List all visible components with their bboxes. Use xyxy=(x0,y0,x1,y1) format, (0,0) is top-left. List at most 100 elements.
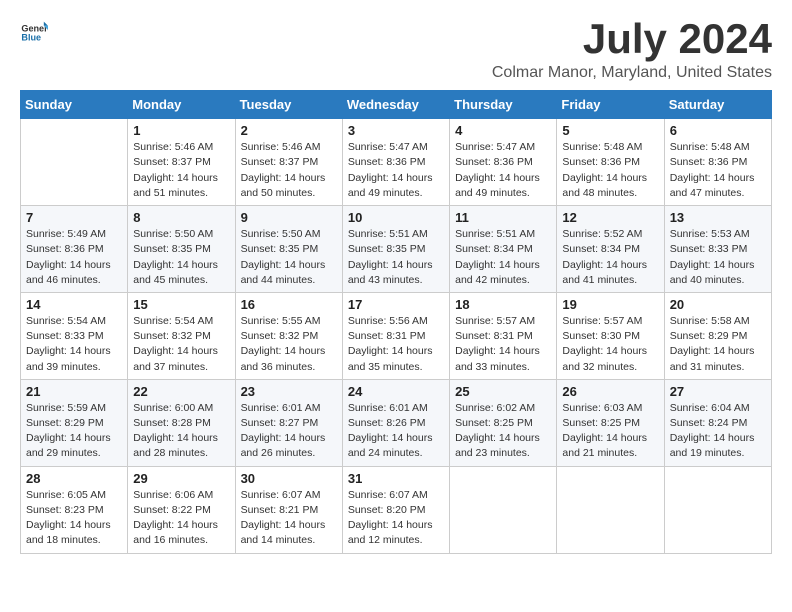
day-number: 8 xyxy=(133,210,229,225)
day-info: Sunrise: 5:48 AM Sunset: 8:36 PM Dayligh… xyxy=(562,140,658,201)
svg-text:Blue: Blue xyxy=(21,33,41,43)
title-area: July 2024 Colmar Manor, Maryland, United… xyxy=(492,16,772,82)
calendar-cell xyxy=(21,119,128,206)
day-number: 24 xyxy=(348,384,444,399)
day-info: Sunrise: 5:59 AM Sunset: 8:29 PM Dayligh… xyxy=(26,401,122,462)
day-number: 7 xyxy=(26,210,122,225)
day-info: Sunrise: 5:49 AM Sunset: 8:36 PM Dayligh… xyxy=(26,227,122,288)
day-number: 23 xyxy=(241,384,337,399)
weekday-header-row: SundayMondayTuesdayWednesdayThursdayFrid… xyxy=(21,91,772,119)
day-number: 28 xyxy=(26,471,122,486)
day-info: Sunrise: 5:46 AM Sunset: 8:37 PM Dayligh… xyxy=(241,140,337,201)
day-info: Sunrise: 6:07 AM Sunset: 8:21 PM Dayligh… xyxy=(241,488,337,549)
calendar-week-row: 21 Sunrise: 5:59 AM Sunset: 8:29 PM Dayli… xyxy=(21,379,772,466)
calendar-cell: 16 Sunrise: 5:55 AM Sunset: 8:32 PM Dayli… xyxy=(235,292,342,379)
calendar-cell: 23 Sunrise: 6:01 AM Sunset: 8:27 PM Dayli… xyxy=(235,379,342,466)
day-number: 25 xyxy=(455,384,551,399)
day-number: 27 xyxy=(670,384,766,399)
calendar-cell: 11 Sunrise: 5:51 AM Sunset: 8:34 PM Dayli… xyxy=(450,206,557,293)
day-number: 6 xyxy=(670,123,766,138)
calendar-cell: 2 Sunrise: 5:46 AM Sunset: 8:37 PM Daylig… xyxy=(235,119,342,206)
weekday-header-cell: Friday xyxy=(557,91,664,119)
calendar-week-row: 7 Sunrise: 5:49 AM Sunset: 8:36 PM Daylig… xyxy=(21,206,772,293)
day-number: 5 xyxy=(562,123,658,138)
day-number: 14 xyxy=(26,297,122,312)
header: General Blue July 2024 Colmar Manor, Mar… xyxy=(20,16,772,82)
day-number: 9 xyxy=(241,210,337,225)
calendar-cell: 31 Sunrise: 6:07 AM Sunset: 8:20 PM Dayli… xyxy=(342,466,449,553)
day-info: Sunrise: 5:56 AM Sunset: 8:31 PM Dayligh… xyxy=(348,314,444,375)
day-info: Sunrise: 5:51 AM Sunset: 8:35 PM Dayligh… xyxy=(348,227,444,288)
day-number: 2 xyxy=(241,123,337,138)
day-number: 26 xyxy=(562,384,658,399)
weekday-header-cell: Sunday xyxy=(21,91,128,119)
day-number: 4 xyxy=(455,123,551,138)
day-info: Sunrise: 5:47 AM Sunset: 8:36 PM Dayligh… xyxy=(348,140,444,201)
calendar-cell: 19 Sunrise: 5:57 AM Sunset: 8:30 PM Dayli… xyxy=(557,292,664,379)
day-info: Sunrise: 5:54 AM Sunset: 8:32 PM Dayligh… xyxy=(133,314,229,375)
calendar-cell: 20Sunrise: 5:58 AM Sunset: 8:29 PM Dayli… xyxy=(664,292,771,379)
day-info: Sunrise: 6:03 AM Sunset: 8:25 PM Dayligh… xyxy=(562,401,658,462)
logo: General Blue xyxy=(20,16,48,44)
day-info: Sunrise: 5:52 AM Sunset: 8:34 PM Dayligh… xyxy=(562,227,658,288)
weekday-header-cell: Wednesday xyxy=(342,91,449,119)
logo-icon: General Blue xyxy=(20,16,48,44)
day-info: Sunrise: 5:46 AM Sunset: 8:37 PM Dayligh… xyxy=(133,140,229,201)
calendar-cell: 17 Sunrise: 5:56 AM Sunset: 8:31 PM Dayli… xyxy=(342,292,449,379)
day-info: Sunrise: 5:55 AM Sunset: 8:32 PM Dayligh… xyxy=(241,314,337,375)
calendar-cell: 1 Sunrise: 5:46 AM Sunset: 8:37 PM Daylig… xyxy=(128,119,235,206)
day-number: 11 xyxy=(455,210,551,225)
day-info: Sunrise: 5:53 AM Sunset: 8:33 PM Dayligh… xyxy=(670,227,766,288)
weekday-header-cell: Monday xyxy=(128,91,235,119)
day-info: Sunrise: 5:47 AM Sunset: 8:36 PM Dayligh… xyxy=(455,140,551,201)
weekday-header-cell: Tuesday xyxy=(235,91,342,119)
day-number: 18 xyxy=(455,297,551,312)
day-number: 3 xyxy=(348,123,444,138)
day-number: 17 xyxy=(348,297,444,312)
weekday-header-cell: Saturday xyxy=(664,91,771,119)
calendar-body: 1 Sunrise: 5:46 AM Sunset: 8:37 PM Daylig… xyxy=(21,119,772,553)
day-info: Sunrise: 5:48 AM Sunset: 8:36 PM Dayligh… xyxy=(670,140,766,201)
day-info: Sunrise: 5:58 AM Sunset: 8:29 PM Dayligh… xyxy=(670,314,766,375)
calendar-cell: 27Sunrise: 6:04 AM Sunset: 8:24 PM Dayli… xyxy=(664,379,771,466)
day-number: 13 xyxy=(670,210,766,225)
day-info: Sunrise: 6:05 AM Sunset: 8:23 PM Dayligh… xyxy=(26,488,122,549)
day-info: Sunrise: 5:57 AM Sunset: 8:31 PM Dayligh… xyxy=(455,314,551,375)
calendar-cell: 10Sunrise: 5:51 AM Sunset: 8:35 PM Dayli… xyxy=(342,206,449,293)
calendar-cell: 30 Sunrise: 6:07 AM Sunset: 8:21 PM Dayli… xyxy=(235,466,342,553)
day-info: Sunrise: 6:06 AM Sunset: 8:22 PM Dayligh… xyxy=(133,488,229,549)
day-info: Sunrise: 6:02 AM Sunset: 8:25 PM Dayligh… xyxy=(455,401,551,462)
day-number: 31 xyxy=(348,471,444,486)
calendar-cell: 15 Sunrise: 5:54 AM Sunset: 8:32 PM Dayli… xyxy=(128,292,235,379)
calendar-cell: 7 Sunrise: 5:49 AM Sunset: 8:36 PM Daylig… xyxy=(21,206,128,293)
day-info: Sunrise: 5:50 AM Sunset: 8:35 PM Dayligh… xyxy=(241,227,337,288)
day-info: Sunrise: 6:01 AM Sunset: 8:26 PM Dayligh… xyxy=(348,401,444,462)
day-number: 19 xyxy=(562,297,658,312)
month-title: July 2024 xyxy=(492,16,772,62)
calendar-cell: 4 Sunrise: 5:47 AM Sunset: 8:36 PM Daylig… xyxy=(450,119,557,206)
day-info: Sunrise: 6:01 AM Sunset: 8:27 PM Dayligh… xyxy=(241,401,337,462)
day-number: 1 xyxy=(133,123,229,138)
calendar-week-row: 28 Sunrise: 6:05 AM Sunset: 8:23 PM Dayli… xyxy=(21,466,772,553)
day-number: 22 xyxy=(133,384,229,399)
calendar-cell: 25 Sunrise: 6:02 AM Sunset: 8:25 PM Dayli… xyxy=(450,379,557,466)
day-info: Sunrise: 5:57 AM Sunset: 8:30 PM Dayligh… xyxy=(562,314,658,375)
calendar-cell: 28 Sunrise: 6:05 AM Sunset: 8:23 PM Dayli… xyxy=(21,466,128,553)
calendar-cell: 22Sunrise: 6:00 AM Sunset: 8:28 PM Dayli… xyxy=(128,379,235,466)
day-number: 21 xyxy=(26,384,122,399)
location-title: Colmar Manor, Maryland, United States xyxy=(492,64,772,82)
day-number: 12 xyxy=(562,210,658,225)
calendar-cell xyxy=(664,466,771,553)
day-number: 16 xyxy=(241,297,337,312)
day-info: Sunrise: 6:07 AM Sunset: 8:20 PM Dayligh… xyxy=(348,488,444,549)
calendar-cell: 9 Sunrise: 5:50 AM Sunset: 8:35 PM Daylig… xyxy=(235,206,342,293)
calendar-cell: 29Sunrise: 6:06 AM Sunset: 8:22 PM Dayli… xyxy=(128,466,235,553)
day-number: 30 xyxy=(241,471,337,486)
day-info: Sunrise: 5:50 AM Sunset: 8:35 PM Dayligh… xyxy=(133,227,229,288)
calendar-cell: 5 Sunrise: 5:48 AM Sunset: 8:36 PM Daylig… xyxy=(557,119,664,206)
calendar-cell: 13 Sunrise: 5:53 AM Sunset: 8:33 PM Dayli… xyxy=(664,206,771,293)
weekday-header-cell: Thursday xyxy=(450,91,557,119)
day-number: 15 xyxy=(133,297,229,312)
day-info: Sunrise: 5:51 AM Sunset: 8:34 PM Dayligh… xyxy=(455,227,551,288)
calendar-cell: 6 Sunrise: 5:48 AM Sunset: 8:36 PM Daylig… xyxy=(664,119,771,206)
